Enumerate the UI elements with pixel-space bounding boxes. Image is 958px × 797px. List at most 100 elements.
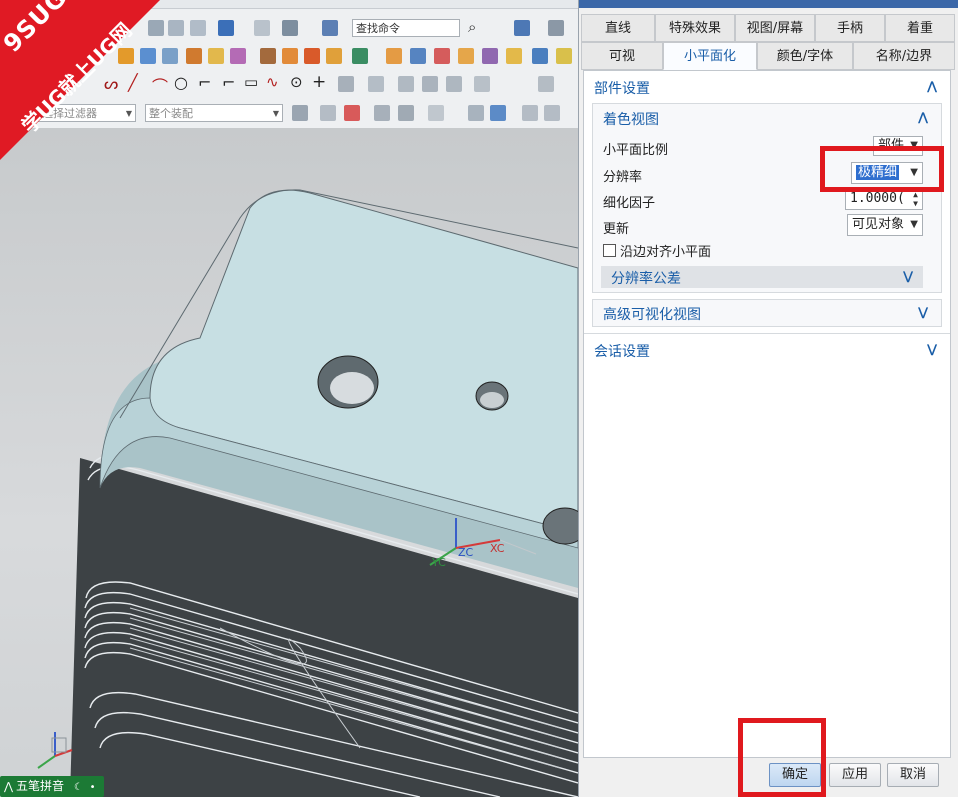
view-orient-icon[interactable] — [548, 20, 564, 36]
rectangle-select-icon[interactable] — [428, 105, 444, 121]
feature-icon-12[interactable] — [386, 48, 402, 64]
shaded-view-header[interactable]: 着色视图 — [603, 109, 659, 129]
align-facets-label: 沿边对齐小平面 — [620, 245, 712, 260]
apply-button[interactable]: 应用 — [829, 763, 881, 787]
point-icon[interactable]: + — [312, 72, 326, 92]
tab-color-font[interactable]: 颜色/字体 — [757, 42, 853, 70]
advanced-visualization-header: 高级可视化视图 — [603, 307, 701, 323]
tab-handles[interactable]: 手柄 — [815, 14, 885, 42]
expand-session-icon[interactable]: ⋁ — [927, 342, 937, 356]
feature-icon-5[interactable] — [208, 48, 224, 64]
command-finder-icon[interactable] — [322, 20, 338, 36]
facet-ratio-label: 小平面比例 — [603, 143, 669, 158]
select-feature-icon[interactable] — [374, 105, 390, 121]
search-icon[interactable]: ⌕ — [468, 18, 476, 36]
midpoint-snap-icon[interactable] — [544, 105, 560, 121]
chamfer-icon[interactable]: ⌐ — [222, 73, 235, 92]
ime-status-bar[interactable]: ⋀ 五笔拼音 ☾ • — [0, 776, 104, 797]
feature-icon-19[interactable] — [556, 48, 572, 64]
update-dropdown[interactable]: 可见对象 ▼ — [847, 214, 923, 236]
offset-curve-icon[interactable] — [338, 76, 354, 92]
feature-icon-10[interactable] — [326, 48, 342, 64]
undo-icon[interactable] — [218, 20, 234, 36]
zc-axis-label: ZC — [458, 546, 474, 559]
cancel-button[interactable]: 取消 — [887, 763, 939, 787]
cad-window: 查找命令 ⌕ ᔕ ╱ ⌒ ○ ⌐ ⌐ ▭ ∿ ⊙ + 选择过滤器 ▼ 整个装配 … — [0, 0, 578, 797]
resolution-label: 分辨率 — [603, 170, 643, 185]
graphics-viewport[interactable]: ZC YC XC — [0, 128, 578, 797]
feature-icon-17[interactable] — [506, 48, 522, 64]
tools-icon[interactable] — [282, 20, 298, 36]
tab-lines[interactable]: 直线 — [581, 14, 655, 42]
collapse-part-settings-icon[interactable]: ⋀ — [927, 79, 937, 93]
expand-tolerance-icon[interactable]: ⋁ — [903, 269, 913, 283]
update-label: 更新 — [603, 222, 630, 237]
feature-icon-16[interactable] — [482, 48, 498, 64]
shaded-icon[interactable] — [490, 105, 506, 121]
feature-icon-3[interactable] — [162, 48, 178, 64]
ime-punct-icon[interactable]: • — [90, 782, 96, 793]
tab-special-effects[interactable]: 特殊效果 — [655, 14, 735, 42]
collapse-shaded-view-icon[interactable]: ⋀ — [918, 110, 928, 124]
tab-emphasis[interactable]: 着重 — [885, 14, 955, 42]
tolerance-group-header: 分辨率公差 — [611, 271, 681, 287]
session-settings-header[interactable]: 会话设置 — [594, 341, 650, 361]
highlight-ok-button — [738, 718, 826, 797]
tab-faceting[interactable]: 小平面化 — [663, 42, 757, 70]
tab-names-borders[interactable]: 名称/边界 — [853, 42, 955, 70]
pattern-icon[interactable] — [474, 76, 490, 92]
expand-advanced-icon[interactable]: ⋁ — [918, 305, 928, 319]
wireframe-icon[interactable] — [468, 105, 484, 121]
tolerance-group[interactable]: 分辨率公差 ⋁ — [601, 266, 923, 288]
feature-icon-8[interactable] — [282, 48, 298, 64]
rectangle-icon[interactable]: ▭ — [244, 73, 258, 91]
align-facets-checkbox[interactable] — [603, 244, 616, 257]
feature-icon-15[interactable] — [458, 48, 474, 64]
snap-icon[interactable] — [292, 105, 308, 121]
update-value: 可见对象 — [852, 217, 905, 232]
ime-moon-icon[interactable]: ☾ — [74, 782, 83, 793]
ellipse-icon[interactable]: ⊙ — [290, 73, 303, 91]
tab-row-2: 可视 小平面化 颜色/字体 名称/边界 — [581, 42, 957, 70]
mirror-icon[interactable] — [446, 76, 462, 92]
feature-icon-6[interactable] — [230, 48, 246, 64]
feature-icon-11[interactable] — [352, 48, 368, 64]
trim-icon[interactable] — [368, 76, 384, 92]
extend-icon[interactable] — [398, 76, 414, 92]
select-icon[interactable] — [320, 105, 336, 121]
selection-scope-dropdown[interactable]: 整个装配 ▼ — [145, 104, 283, 122]
feature-icon-9[interactable] — [304, 48, 320, 64]
polyline-icon[interactable]: ∿ — [266, 73, 279, 91]
search-command-input[interactable]: 查找命令 — [352, 19, 460, 37]
redo-icon[interactable] — [254, 20, 270, 36]
feature-icon-4[interactable] — [186, 48, 202, 64]
shaded-view-group: 着色视图 ⋀ 小平面比例 部件 ▼ 分辨率 极精细 ▼ 细化因子 1.0000( ▲… — [592, 103, 942, 293]
dialog-titlebar[interactable] — [579, 0, 958, 8]
select-red-icon[interactable] — [344, 105, 360, 121]
select-face-icon[interactable] — [398, 105, 414, 121]
hole-small-inner — [480, 392, 504, 408]
advanced-visualization-group[interactable]: 高级可视化视图 ⋁ — [592, 299, 942, 327]
corner-icon[interactable] — [422, 76, 438, 92]
tab-view-screen[interactable]: 视图/屏幕 — [735, 14, 815, 42]
circle-icon[interactable]: ○ — [174, 73, 188, 92]
part-settings-header[interactable]: 部件设置 — [594, 78, 650, 98]
absolute-csys-icon — [37, 732, 73, 769]
feature-icon-14[interactable] — [434, 48, 450, 64]
ime-logo-icon: ⋀ — [4, 780, 14, 793]
feature-icon-13[interactable] — [410, 48, 426, 64]
constraint-icon[interactable] — [538, 76, 554, 92]
copy-icon[interactable] — [168, 20, 184, 36]
feature-icon-18[interactable] — [532, 48, 548, 64]
divider — [584, 333, 950, 334]
point-snap-icon[interactable] — [522, 105, 538, 121]
highlight-resolution — [820, 146, 944, 192]
tab-visual[interactable]: 可视 — [581, 42, 663, 70]
tab-row-1: 直线 特殊效果 视图/屏幕 手柄 着重 — [581, 14, 957, 42]
window-layout-icon[interactable] — [514, 20, 530, 36]
spinner-arrows-icon[interactable]: ▲ ▼ — [913, 190, 918, 208]
search-command-text: 查找命令 — [356, 22, 400, 35]
feature-icon-7[interactable] — [260, 48, 276, 64]
paste-icon[interactable] — [190, 20, 206, 36]
fillet-icon[interactable]: ⌐ — [198, 73, 211, 92]
